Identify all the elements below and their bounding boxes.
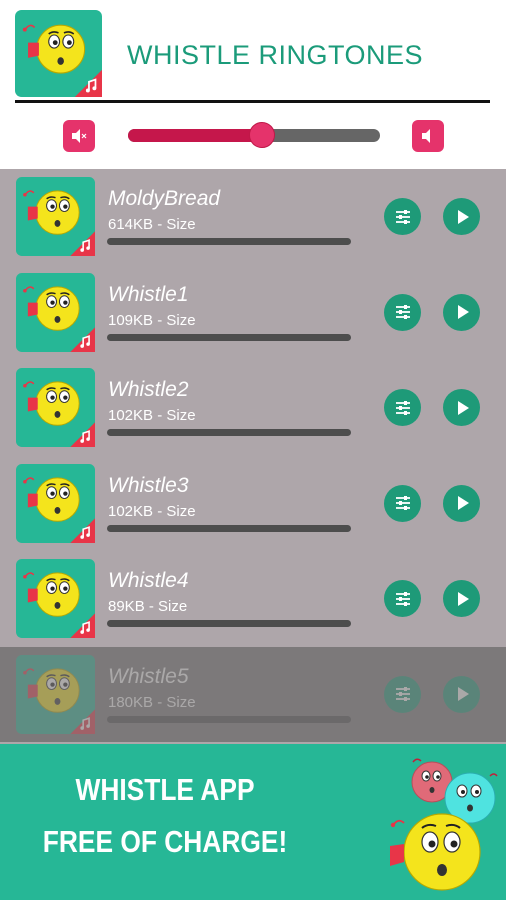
play-button[interactable] [443,389,480,426]
set-ringtone-button[interactable] [384,580,421,617]
play-button[interactable] [443,293,480,331]
play-button[interactable] [443,580,480,617]
ringtone-row[interactable]: Whistle5 180KB - Size [0,646,506,742]
play-button[interactable] [443,484,480,522]
promo-banner[interactable]: WHISTLE APP FREE OF CHARGE! [0,744,506,900]
whistle-emoji-icon [16,368,95,447]
ringtone-name: Whistle1 [108,282,189,306]
equalizer-icon [393,684,413,704]
ringtone-size: 102KB - Size [108,502,196,520]
ringtone-progress [107,333,351,341]
play-icon [452,684,472,704]
set-ringtone-button[interactable] [384,293,421,331]
play-icon [452,302,472,322]
app-header: WHISTLE RINGTONES [0,0,506,110]
play-icon [452,589,472,609]
ringtone-progress [107,715,351,723]
play-icon [452,398,472,418]
set-ringtone-button[interactable] [384,389,421,426]
banner-subline: FREE OF CHARGE! [42,824,288,859]
set-ringtone-button[interactable] [384,675,421,713]
equalizer-icon [393,398,413,418]
ringtone-progress [107,238,351,245]
ringtone-name: Whistle5 [108,664,189,688]
header-divider [15,100,490,103]
ringtone-progress [107,524,351,532]
set-ringtone-button[interactable] [384,484,421,522]
whistle-emoji-icon [15,10,102,97]
ringtone-progress [107,620,351,627]
banner-headline: WHISTLE APP [75,772,255,807]
ringtone-size: 109KB - Size [108,311,196,329]
ringtone-row[interactable]: Whistle4 89KB - Size [0,551,506,647]
whistle-emoji-icon [16,464,95,543]
ringtone-name: MoldyBread [108,187,221,210]
yellow-emoji-icon [390,813,481,891]
play-icon [452,207,472,227]
equalizer-icon [393,589,413,609]
ringtone-size: 614KB - Size [108,216,196,233]
volume-mute-icon [72,129,87,143]
ringtone-size: 102KB - Size [108,407,196,424]
whistle-emoji-icon [16,273,95,352]
volume-mute-button[interactable] [63,120,95,152]
volume-slider-thumb[interactable] [248,122,275,148]
equalizer-icon [393,207,413,227]
ringtone-progress [107,429,351,436]
play-icon [452,493,472,513]
play-button[interactable] [443,198,480,235]
equalizer-icon [393,493,413,513]
ringtone-row[interactable]: Whistle1 109KB - Size [0,265,506,361]
volume-icon [422,129,430,143]
set-ringtone-button[interactable] [384,198,421,235]
ringtone-list: MoldyBread 614KB - Size Whistle1 109KB -… [0,169,506,744]
ringtone-name: Whistle4 [108,569,189,592]
whistle-emoji-icon [16,177,95,256]
volume-max-button[interactable] [412,120,444,152]
volume-slider-fill [128,129,262,142]
equalizer-icon [393,302,413,322]
whistle-emoji-icon [16,559,95,638]
ringtone-size: 89KB - Size [108,598,188,615]
ringtone-name: Whistle3 [108,473,189,497]
page-title: WHISTLE RINGTONES [126,40,424,70]
ringtone-name: Whistle2 [108,378,189,401]
play-button[interactable] [443,675,480,713]
whistle-emoji-icon [16,655,95,734]
ringtone-size: 180KB - Size [108,693,196,711]
ringtone-row[interactable]: MoldyBread 614KB - Size [0,169,506,265]
ringtone-row[interactable]: Whistle2 102KB - Size [0,360,506,456]
ringtone-row[interactable]: Whistle3 102KB - Size [0,456,506,552]
